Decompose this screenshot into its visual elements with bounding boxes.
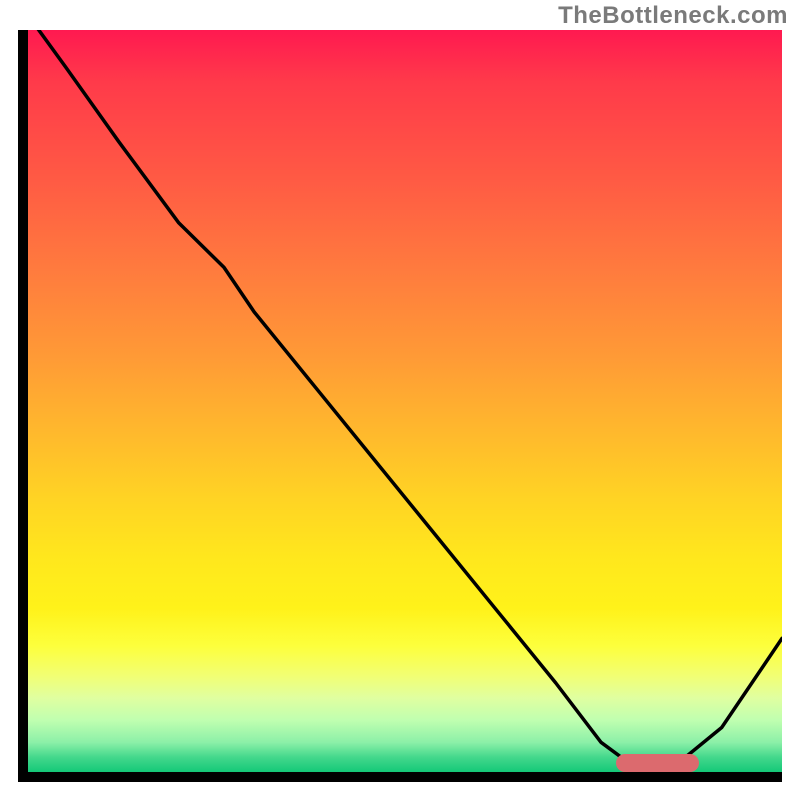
plot-frame: [18, 30, 782, 782]
watermark-text: TheBottleneck.com: [558, 2, 788, 30]
plot-area: [28, 30, 782, 772]
optimal-range-marker: [616, 754, 699, 772]
line-chart: [28, 30, 782, 772]
bottleneck-curve-path: [28, 30, 782, 765]
